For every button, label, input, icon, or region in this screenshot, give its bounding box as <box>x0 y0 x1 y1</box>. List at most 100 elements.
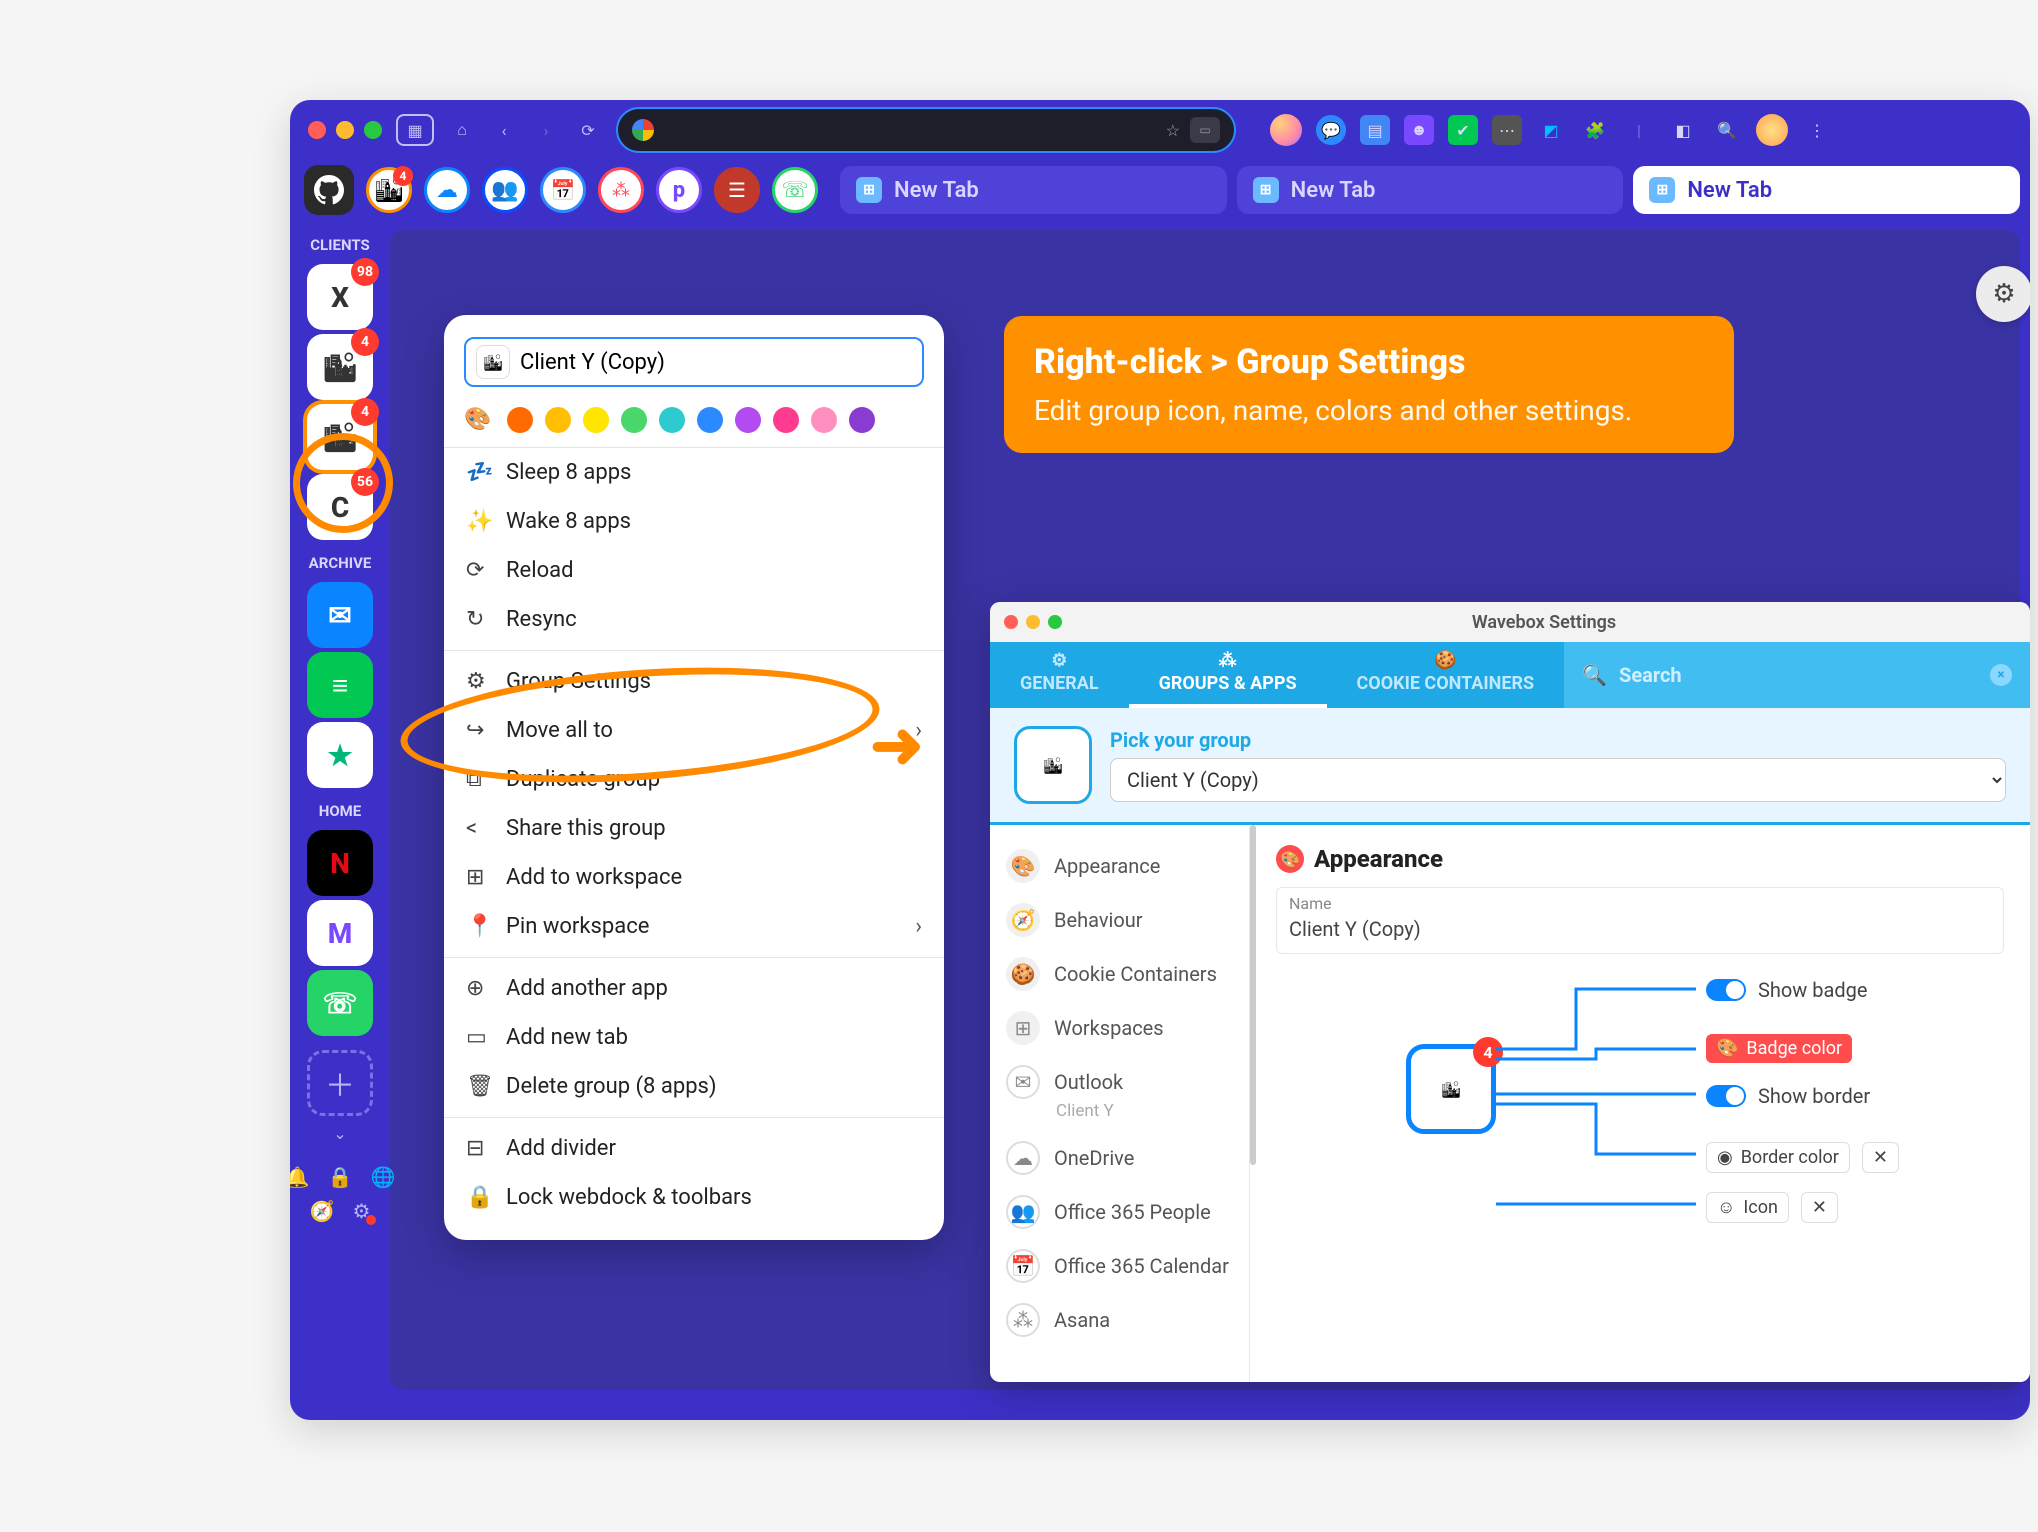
border-color-clear[interactable]: ✕ <box>1862 1142 1899 1173</box>
profile-avatar[interactable] <box>1270 114 1302 146</box>
globe-icon[interactable]: 🌐 <box>370 1165 395 1189</box>
settings-side-workspaces[interactable]: ⊞Workspaces <box>990 1001 1249 1055</box>
color-swatch[interactable] <box>735 407 761 433</box>
settings-side-asana[interactable]: ⁂Asana <box>990 1293 1249 1347</box>
scrollbar[interactable] <box>1250 825 1256 1165</box>
sidepanel-icon[interactable]: ◧ <box>1668 115 1698 145</box>
icon-chip[interactable]: ☺ Icon <box>1706 1192 1789 1223</box>
tab-cookie-containers[interactable]: 🍪COOKIE CONTAINERS <box>1327 642 1565 708</box>
ctx-add-another-app[interactable]: ⊕Add another app <box>444 964 944 1013</box>
home-icon[interactable]: ⌂ <box>448 116 476 144</box>
palette-icon[interactable]: 🎨 <box>464 407 491 433</box>
color-swatch[interactable] <box>811 407 837 433</box>
client-app-icon[interactable]: 🏙 <box>366 167 412 213</box>
minimize-window-icon[interactable] <box>336 121 354 139</box>
settings-icon[interactable]: ⚙ <box>352 1199 370 1223</box>
ctx-share-this-group[interactable]: <Share this group <box>444 804 944 853</box>
webdock-protonmail[interactable]: M <box>307 900 373 966</box>
color-swatch[interactable] <box>697 407 723 433</box>
compass-icon[interactable]: 🧭 <box>310 1199 335 1223</box>
group-name-input[interactable] <box>520 350 912 375</box>
ctx-move-all-to[interactable]: ↪Move all to› <box>444 706 944 755</box>
account-avatar[interactable] <box>1756 114 1788 146</box>
ctx-sleep-8-apps[interactable]: 💤Sleep 8 apps <box>444 448 944 497</box>
ctx-delete-group-8-apps-[interactable]: 🗑Delete group (8 apps) <box>444 1062 944 1111</box>
group-picker-select[interactable]: Client Y (Copy) <box>1110 758 2006 802</box>
webdock-company-nas[interactable]: C56 <box>307 474 373 540</box>
ctx-duplicate-group[interactable]: ⧉Duplicate group <box>444 755 944 804</box>
webdock-trustpilot[interactable]: ★ <box>307 722 373 788</box>
webdock-messenger[interactable]: ✉ <box>307 582 373 648</box>
reload-icon[interactable]: ⟳ <box>574 116 602 144</box>
star-icon[interactable]: ☆ <box>1166 121 1180 140</box>
webdock-client-y-copy[interactable]: 🏙4 <box>307 404 373 470</box>
ctx-add-new-tab[interactable]: ▭Add new tab <box>444 1013 944 1062</box>
page-settings-button[interactable]: ⚙ <box>1976 266 2030 322</box>
color-swatch[interactable] <box>773 407 799 433</box>
menu-icon[interactable]: ⋮ <box>1802 115 1832 145</box>
onedrive-app-icon[interactable]: ☁ <box>424 167 470 213</box>
notifications-icon[interactable]: 🔔 <box>290 1165 310 1189</box>
settings-search[interactable]: 🔍 Search × <box>1564 642 2030 708</box>
dots-icon[interactable]: ⋯ <box>1492 115 1522 145</box>
webdock-chevron-down-icon[interactable]: ⌄ <box>333 1124 346 1143</box>
badge-color-chip[interactable]: 🎨 Badge color <box>1706 1034 1852 1063</box>
browser-tab-3[interactable]: ⊞New Tab <box>1633 166 2020 214</box>
show-badge-toggle[interactable] <box>1706 979 1746 1001</box>
ctx-resync[interactable]: ↻Resync <box>444 595 944 644</box>
github-icon[interactable] <box>304 165 354 215</box>
webdock-netflix[interactable]: N <box>307 830 373 896</box>
settings-side-behaviour[interactable]: 🧭Behaviour <box>990 893 1249 947</box>
browser-tab-2[interactable]: ⊞New Tab <box>1237 166 1624 214</box>
ctx-add-divider[interactable]: ⊟Add divider <box>444 1124 944 1173</box>
extensions-icon[interactable]: 🧩 <box>1580 115 1610 145</box>
window-traffic-lights[interactable] <box>308 121 382 139</box>
color-swatch[interactable] <box>621 407 647 433</box>
webdock-client-xll[interactable]: X98 <box>307 264 373 330</box>
back-icon[interactable]: ‹ <box>490 116 518 144</box>
ctx-pin-workspace[interactable]: 📍Pin workspace› <box>444 902 944 951</box>
name-fieldset[interactable]: Name Client Y (Copy) <box>1276 887 2004 954</box>
ctx-lock-webdock-toolbars[interactable]: 🔒Lock webdock & toolbars <box>444 1173 944 1222</box>
close-window-icon[interactable] <box>308 121 326 139</box>
color-swatch[interactable] <box>507 407 533 433</box>
lock-status-icon[interactable]: 🔒 <box>328 1165 353 1189</box>
icon-clear[interactable]: ✕ <box>1801 1192 1838 1223</box>
settings-side-appearance[interactable]: 🎨Appearance <box>990 839 1249 893</box>
office-calendar-app-icon[interactable]: 📅 <box>540 167 586 213</box>
color-swatch[interactable] <box>545 407 571 433</box>
smile-icon[interactable]: ☻ <box>1404 115 1434 145</box>
chat-icon[interactable]: 💬 <box>1316 115 1346 145</box>
ctx-wake-8-apps[interactable]: ✨Wake 8 apps <box>444 497 944 546</box>
clear-search-icon[interactable]: × <box>1990 664 2012 686</box>
webdock-whatsapp[interactable]: ☏ <box>307 970 373 1036</box>
settings-side-office-365-calendar[interactable]: 📅Office 365 Calendar <box>990 1239 1249 1293</box>
todoist-app-icon[interactable]: ☰ <box>714 167 760 213</box>
settings-side-office-365-people[interactable]: 👥Office 365 People <box>990 1185 1249 1239</box>
zoom-window-icon[interactable] <box>364 121 382 139</box>
border-color-chip[interactable]: ◉ Border color <box>1706 1142 1850 1173</box>
task-list-icon[interactable]: ▦ <box>396 114 434 146</box>
color-swatch[interactable] <box>849 407 875 433</box>
show-border-toggle[interactable] <box>1706 1085 1746 1107</box>
p-app-icon[interactable]: p <box>656 167 702 213</box>
ctx-group-settings[interactable]: ⚙Group Settings <box>444 657 944 706</box>
tab-groups-apps[interactable]: ⁂GROUPS & APPS <box>1129 642 1327 708</box>
asana-app-icon[interactable]: ⁂ <box>598 167 644 213</box>
tab-general[interactable]: ⚙GENERAL <box>990 642 1129 708</box>
add-group-button[interactable]: ＋ <box>307 1050 373 1116</box>
shield-icon[interactable]: ✔ <box>1448 115 1478 145</box>
color-swatch[interactable] <box>659 407 685 433</box>
settings-side-onedrive[interactable]: ☁OneDrive <box>990 1131 1249 1185</box>
webdock-client-y-orig[interactable]: 🏙4 <box>307 334 373 400</box>
ctx-add-to-workspace[interactable]: ⊞Add to workspace <box>444 853 944 902</box>
wavebox-icon[interactable]: ◩ <box>1536 115 1566 145</box>
color-swatch[interactable] <box>583 407 609 433</box>
browser-tab-1[interactable]: ⊞New Tab <box>840 166 1227 214</box>
docs-icon[interactable]: ▤ <box>1360 115 1390 145</box>
settings-traffic-lights[interactable] <box>1004 615 1062 629</box>
group-name-field[interactable]: 🏙 <box>464 337 924 387</box>
office-people-app-icon[interactable]: 👥 <box>482 167 528 213</box>
webdock-feedly[interactable]: ≡ <box>307 652 373 718</box>
address-bar[interactable]: ☆ ▭ <box>616 107 1236 153</box>
